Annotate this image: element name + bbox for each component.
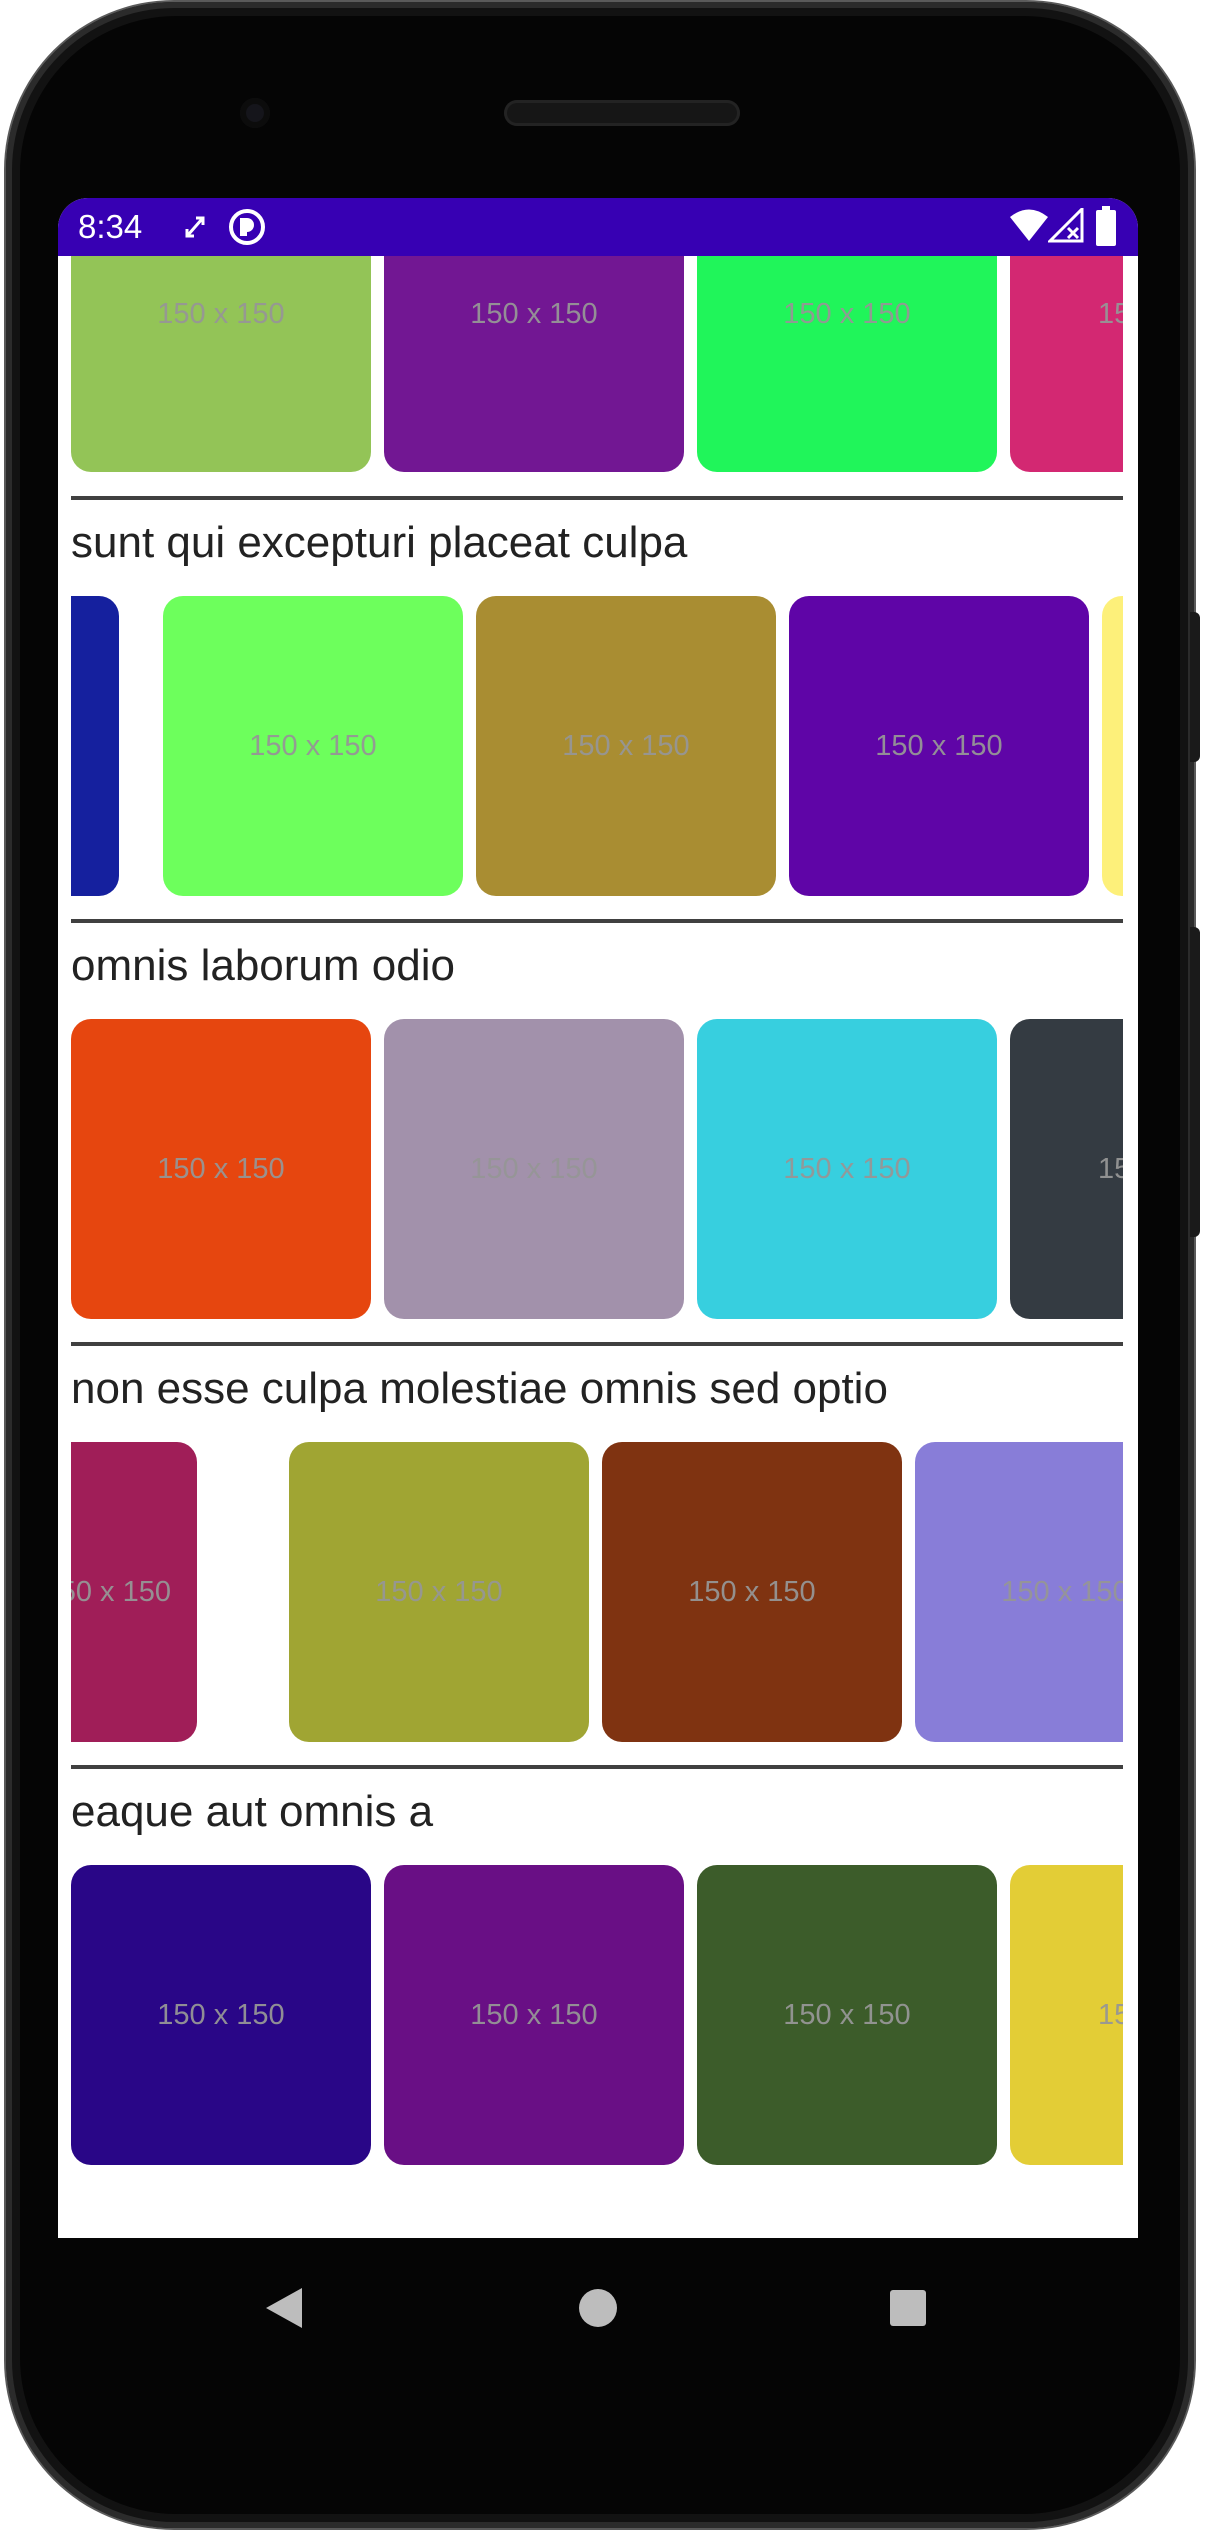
- divider: [71, 1342, 1123, 1346]
- tile-label: 150 x 150: [562, 729, 690, 762]
- tile-label: 150 x 150: [1098, 1998, 1123, 2031]
- tile-label: 150 x 150: [157, 1152, 285, 1185]
- image-tile[interactable]: 150 x 150: [697, 1865, 997, 2165]
- back-icon[interactable]: [244, 2268, 324, 2348]
- tile-label: 150 x 150: [1098, 1152, 1123, 1185]
- tile-label: 150 x 150: [1001, 1575, 1123, 1608]
- home-icon[interactable]: [558, 2268, 638, 2348]
- battery-icon: [1096, 206, 1116, 251]
- tile-label: 150 x 150: [249, 729, 377, 762]
- tile-label: 150 x 150: [1098, 298, 1123, 330]
- image-tile[interactable]: 150 x 150: [1010, 1865, 1123, 2165]
- tile-label: 150 x 150: [470, 1152, 598, 1185]
- divider: [71, 1765, 1123, 1769]
- image-tile[interactable]: 150 x 150: [71, 256, 371, 472]
- earpiece-speaker: [504, 100, 740, 126]
- section-title: omnis laborum odio: [71, 941, 455, 990]
- tile-label: 150 x 150: [875, 729, 1003, 762]
- carousel-row[interactable]: 150 x 150 150 x 150 150 x 150: [71, 596, 1123, 896]
- image-tile[interactable]: 150 x 150: [476, 596, 776, 896]
- tile-label: 150 x 150: [783, 1152, 911, 1185]
- carousel-row[interactable]: 150 x 150 150 x 150 150 x 150 150 x 150: [71, 1442, 1123, 1742]
- image-tile[interactable]: 150 x 150: [697, 256, 997, 472]
- volume-button: [1190, 612, 1200, 762]
- status-time: 8:34: [78, 208, 143, 245]
- tile-label: 150 x 150: [470, 1998, 598, 2031]
- divider: [71, 919, 1123, 923]
- tile-label: 150 x 150: [688, 1575, 816, 1608]
- tile-label: 150 x 150: [470, 298, 598, 330]
- tile-label: 150 x 150: [783, 298, 911, 330]
- image-tile[interactable]: 150 x 150: [1010, 256, 1123, 472]
- tile-label: 150 x 150: [157, 1998, 285, 2031]
- content-list[interactable]: 150 x 150 150 x 150 150 x 150 150 x 150 …: [58, 256, 1138, 2173]
- image-tile[interactable]: [71, 596, 119, 896]
- carousel-row[interactable]: 150 x 150 150 x 150 150 x 150 150 x 150: [71, 1019, 1123, 1319]
- image-tile[interactable]: 150 x 150: [697, 1019, 997, 1319]
- section-title: sunt qui excepturi placeat culpa: [71, 518, 688, 567]
- wifi-icon: [1008, 208, 1050, 249]
- section-title: eaque aut omnis a: [71, 1787, 434, 1836]
- tile-label: 150 x 150: [783, 1998, 911, 2031]
- screen: 8:34 150 x 150 150 x 150 150 x 150 15 su…: [58, 198, 1138, 2238]
- image-tile[interactable]: 150 x 150: [915, 1442, 1123, 1742]
- signal-icon: [1046, 205, 1086, 249]
- section-title: non esse culpa molestiae omnis sed optio: [71, 1364, 888, 1413]
- tile-label: 150 x 150: [375, 1575, 503, 1608]
- carousel-row-partial[interactable]: 150 x 150 150 x 150 150 x 150 150 x 150: [71, 256, 1123, 472]
- image-tile[interactable]: 150 x 150: [384, 256, 684, 472]
- carousel-row[interactable]: 150 x 150 150 x 150 150 x 150 150 x 150: [71, 1865, 1123, 2165]
- image-tile[interactable]: 150 x 150: [71, 1019, 371, 1319]
- status-bar: 8:34: [58, 198, 1138, 256]
- image-tile[interactable]: 150 x 150: [384, 1019, 684, 1319]
- image-tile[interactable]: 150 x 150: [789, 596, 1089, 896]
- image-tile[interactable]: 150 x 150: [602, 1442, 902, 1742]
- image-tile[interactable]: 150 x 150: [289, 1442, 589, 1742]
- image-tile[interactable]: 150 x 150: [71, 1442, 197, 1742]
- vpn-key-icon: [228, 208, 266, 251]
- image-tile[interactable]: 150 x 150: [163, 596, 463, 896]
- power-button: [1190, 927, 1200, 1237]
- image-tile[interactable]: [1102, 596, 1123, 896]
- image-tile[interactable]: 150 x 150: [1010, 1019, 1123, 1319]
- image-tile[interactable]: 150 x 150: [384, 1865, 684, 2165]
- navigation-bar: [58, 2238, 1138, 2378]
- rotate-icon: [180, 211, 210, 248]
- image-tile[interactable]: 150 x 150: [71, 1865, 371, 2165]
- tile-label: 150 x 150: [71, 1575, 171, 1608]
- front-camera: [240, 98, 270, 128]
- tile-label: 150 x 150: [157, 298, 285, 330]
- recents-icon[interactable]: [868, 2268, 948, 2348]
- divider: [71, 496, 1123, 500]
